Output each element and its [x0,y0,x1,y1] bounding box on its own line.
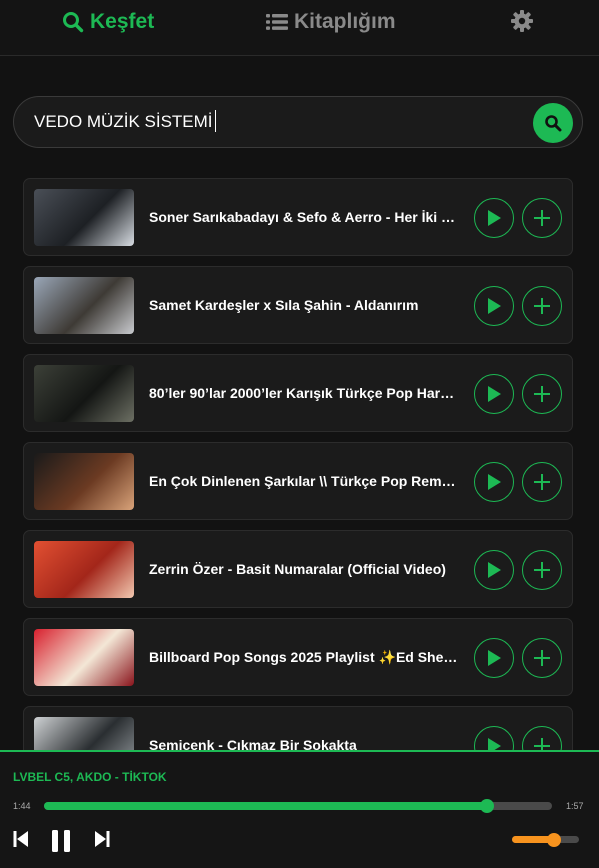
result-item[interactable]: Zerrin Özer - Basit Numaralar (Official … [23,530,573,608]
result-thumbnail [34,189,134,246]
result-title: En Çok Dinlenen Şarkılar \\ Türkçe Pop R… [149,473,459,489]
result-item[interactable]: Soner Sarıkabadayı & Sefo & Aerro - Her … [23,178,573,256]
volume-slider[interactable] [512,832,579,847]
add-to-library-button[interactable] [522,726,562,750]
search-icon [545,115,562,132]
play-button[interactable] [474,726,514,750]
play-icon [488,738,501,750]
add-to-library-button[interactable] [522,198,562,238]
result-item[interactable]: Samet Kardeşler x Sıla Şahin - Aldanırım [23,266,573,344]
skip-previous-icon [13,831,28,847]
result-thumbnail [34,453,134,510]
result-item[interactable]: 80’ler 90’lar 2000’ler Karışık Türkçe Po… [23,354,573,432]
plus-icon [534,562,550,578]
now-playing-title: LVBEL C5, AKDO - TİKTOK [13,770,167,784]
gear-icon[interactable] [510,9,534,33]
next-button[interactable] [93,829,111,849]
play-icon [488,562,501,578]
current-time: 1:44 [13,801,31,811]
search-bar [13,96,583,148]
plus-icon [534,738,550,750]
add-to-library-button[interactable] [522,374,562,414]
result-thumbnail [34,629,134,686]
play-icon [488,298,501,314]
plus-icon [534,210,550,226]
text-caret [215,110,216,132]
previous-button[interactable] [12,829,30,849]
play-button[interactable] [474,374,514,414]
list-icon [266,14,288,30]
result-item[interactable]: Billboard Pop Songs 2025 Playlist ✨Ed Sh… [23,618,573,696]
add-to-library-button[interactable] [522,550,562,590]
tab-library[interactable]: Kitaplığım [266,10,396,34]
skip-next-icon [95,831,110,847]
tab-discover-label: Keşfet [90,10,155,33]
add-to-library-button[interactable] [522,286,562,326]
result-item[interactable]: En Çok Dinlenen Şarkılar \\ Türkçe Pop R… [23,442,573,520]
play-icon [488,386,501,402]
result-title: Zerrin Özer - Basit Numaralar (Official … [149,561,446,577]
search-input[interactable] [34,111,514,133]
result-item[interactable]: Semicenk - Çıkmaz Bir Sokakta [23,706,573,750]
plus-icon [534,298,550,314]
player-bar: LVBEL C5, AKDO - TİKTOK 1:44 1:57 [0,750,599,868]
tab-library-label: Kitaplığım [294,10,396,33]
add-to-library-button[interactable] [522,638,562,678]
pause-button[interactable] [50,829,72,853]
result-title: Billboard Pop Songs 2025 Playlist ✨Ed Sh… [149,649,459,665]
duration: 1:57 [566,801,584,811]
progress-handle[interactable] [480,799,495,813]
result-title: Soner Sarıkabadayı & Sefo & Aerro - Her … [149,209,459,225]
result-thumbnail [34,277,134,334]
play-button[interactable] [474,198,514,238]
play-button[interactable] [474,462,514,502]
result-thumbnail [34,541,134,598]
result-title: Semicenk - Çıkmaz Bir Sokakta [149,737,357,750]
progress-fill [44,802,488,810]
progress-bar[interactable] [44,799,552,813]
play-icon [488,650,501,666]
plus-icon [534,650,550,666]
results-list: Soner Sarıkabadayı & Sefo & Aerro - Her … [23,178,573,750]
result-title: Samet Kardeşler x Sıla Şahin - Aldanırım [149,297,419,313]
search-icon [63,12,84,33]
top-nav: Keşfet Kitaplığım [0,0,599,56]
play-button[interactable] [474,550,514,590]
tab-discover[interactable]: Keşfet [62,10,154,34]
play-button[interactable] [474,286,514,326]
result-title: 80’ler 90’lar 2000’ler Karışık Türkçe Po… [149,385,459,401]
plus-icon [534,474,550,490]
play-button[interactable] [474,638,514,678]
volume-handle[interactable] [546,832,561,847]
pause-icon [52,830,70,852]
play-icon [488,210,501,226]
result-thumbnail [34,365,134,422]
play-icon [488,474,501,490]
add-to-library-button[interactable] [522,462,562,502]
search-button[interactable] [533,103,573,143]
plus-icon [534,386,550,402]
result-thumbnail [34,717,134,750]
